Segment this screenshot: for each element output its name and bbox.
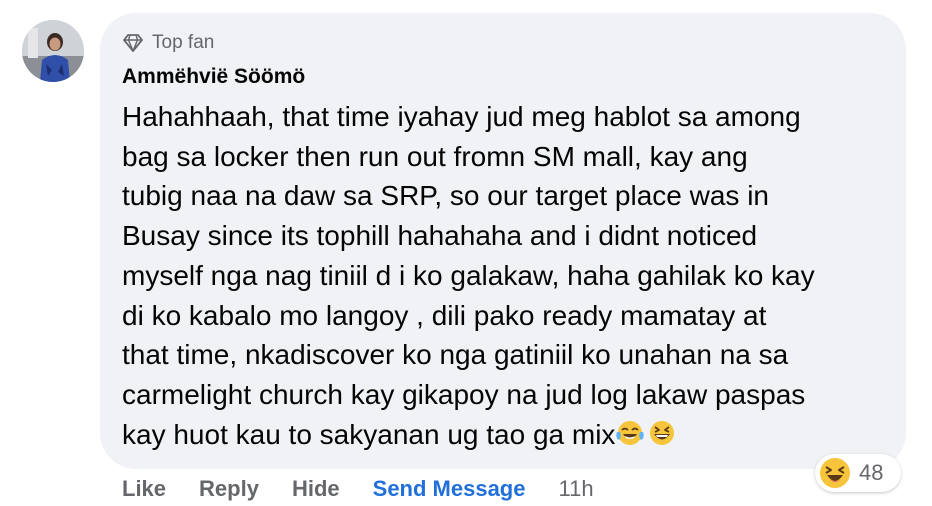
hide-button[interactable]: Hide	[292, 476, 340, 502]
comment-line: bag sa locker then run out fromn SM mall…	[122, 140, 748, 172]
comment-line: that time, nkadiscover ko nga gatiniil k…	[122, 339, 789, 371]
avatar-photo	[22, 20, 84, 82]
comment-actions: Like Reply Hide Send Message 11h	[122, 474, 594, 504]
badge-label: Top fan	[152, 32, 215, 53]
comment-line: tubig naa na daw sa SRP, so our target p…	[122, 180, 769, 212]
comment-line: carmelight church kay gikapoy na jud log…	[122, 378, 806, 410]
comment-line: myself nga nag tiniil d i ko galakaw, ha…	[122, 259, 815, 291]
comment-line: Hahahhaah, that time iyahay jud meg habl…	[122, 101, 801, 132]
laughing-emoji-icon	[820, 458, 850, 488]
comment-bubble: Top fan Ammëhvië Söömö Hahahhaah, that t…	[100, 13, 906, 469]
comment-author[interactable]: Ammëhvië Söömö	[122, 65, 305, 89]
comment-line: di ko kabalo mo langoy , dili pako ready…	[122, 299, 767, 331]
comment-timestamp[interactable]: 11h	[558, 476, 593, 502]
diamond-icon	[123, 34, 143, 52]
top-fan-badge: Top fan	[122, 31, 214, 55]
comment-line: kay huot kau to sakyanan ug tao ga mix	[122, 418, 616, 450]
send-message-button[interactable]: Send Message	[373, 476, 526, 502]
reaction-summary[interactable]: 48	[815, 454, 901, 492]
reply-button[interactable]: Reply	[199, 476, 259, 502]
reaction-count: 48	[859, 460, 884, 485]
face-with-tears-of-joy-icon	[615, 418, 645, 458]
like-button[interactable]: Like	[122, 476, 166, 502]
comment-text: Hahahhaah, that time iyahay jud meg habl…	[122, 97, 892, 457]
avatar[interactable]	[22, 20, 84, 82]
grinning-squinting-face-icon	[647, 418, 677, 458]
comment-line: Busay since its tophill hahahaha and i d…	[122, 220, 758, 252]
